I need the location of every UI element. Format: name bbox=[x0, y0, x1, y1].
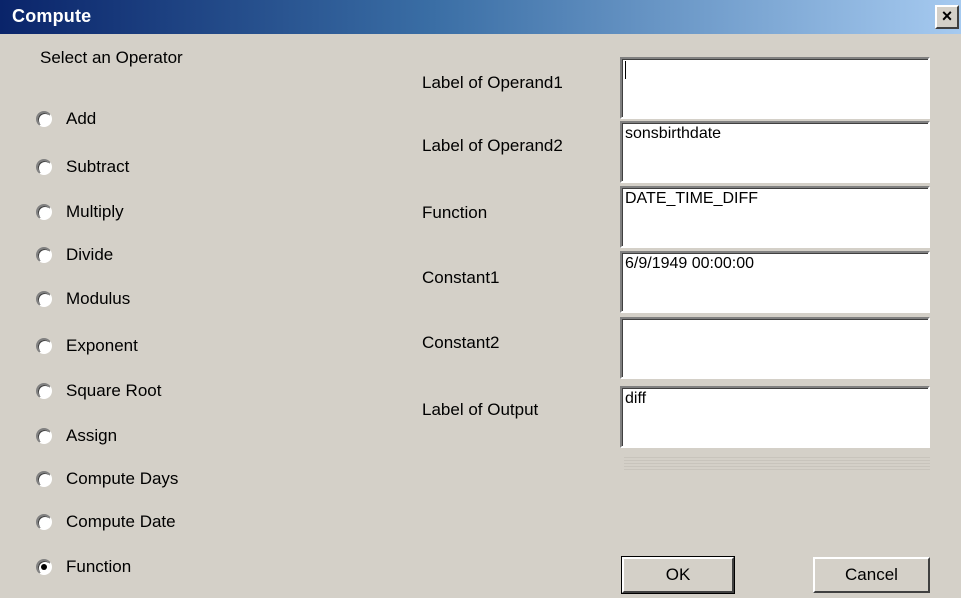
operator-group-heading: Select an Operator bbox=[40, 48, 183, 67]
text-caret bbox=[625, 61, 626, 79]
constant2-label: Constant2 bbox=[422, 333, 500, 352]
radio-square-root[interactable]: Square Root bbox=[36, 379, 161, 403]
radio-modulus[interactable]: Modulus bbox=[36, 287, 130, 311]
radio-label: Add bbox=[66, 109, 97, 128]
output-field[interactable]: diff bbox=[620, 386, 930, 448]
radio-button-icon[interactable] bbox=[36, 204, 52, 220]
radio-button-icon[interactable] bbox=[36, 471, 52, 487]
radio-label: Compute Date bbox=[66, 512, 176, 531]
radio-label: Subtract bbox=[66, 157, 130, 176]
radio-button-icon[interactable] bbox=[36, 338, 52, 354]
compute-dialog: Compute × Select an Operator Add Subtrac… bbox=[0, 0, 961, 598]
radio-label: Divide bbox=[66, 245, 114, 264]
radio-button-icon[interactable] bbox=[36, 514, 52, 530]
operand2-field[interactable]: sonsbirthdate bbox=[620, 121, 930, 183]
radio-button-icon[interactable] bbox=[36, 428, 52, 444]
function-field[interactable]: DATE_TIME_DIFF bbox=[620, 186, 930, 248]
function-value: DATE_TIME_DIFF bbox=[625, 190, 759, 207]
window-title: Compute bbox=[12, 6, 92, 26]
radio-label: Assign bbox=[66, 426, 118, 445]
cancel-button[interactable]: Cancel bbox=[813, 557, 930, 593]
radio-compute-date[interactable]: Compute Date bbox=[36, 510, 176, 534]
radio-assign[interactable]: Assign bbox=[36, 424, 117, 448]
function-label: Function bbox=[422, 203, 488, 222]
separator bbox=[624, 457, 930, 471]
radio-label: Modulus bbox=[66, 289, 131, 308]
radio-button-icon[interactable] bbox=[36, 247, 52, 263]
operand1-label: Label of Operand1 bbox=[422, 73, 563, 92]
radio-exponent[interactable]: Exponent bbox=[36, 334, 138, 358]
constant1-field[interactable]: 6/9/1949 00:00:00 bbox=[620, 251, 930, 313]
operand2-label: Label of Operand2 bbox=[422, 136, 563, 155]
operand1-field[interactable] bbox=[620, 57, 930, 119]
radio-label: Function bbox=[66, 557, 132, 576]
radio-label: Square Root bbox=[66, 381, 162, 400]
radio-label: Exponent bbox=[66, 336, 138, 355]
radio-label: Multiply bbox=[66, 202, 124, 221]
radio-label: Compute Days bbox=[66, 469, 179, 488]
title-bar[interactable]: Compute × bbox=[0, 0, 961, 34]
radio-button-icon[interactable] bbox=[36, 383, 52, 399]
radio-multiply[interactable]: Multiply bbox=[36, 200, 124, 224]
operand2-value: sonsbirthdate bbox=[625, 125, 722, 142]
constant2-field[interactable] bbox=[620, 317, 930, 379]
radio-compute-days[interactable]: Compute Days bbox=[36, 467, 178, 491]
output-value: diff bbox=[625, 390, 647, 407]
radio-subtract[interactable]: Subtract bbox=[36, 155, 129, 179]
radio-button-icon[interactable] bbox=[36, 291, 52, 307]
close-button[interactable]: × bbox=[935, 5, 959, 29]
ok-button[interactable]: OK bbox=[621, 556, 735, 594]
radio-divide[interactable]: Divide bbox=[36, 243, 113, 267]
constant1-label: Constant1 bbox=[422, 268, 500, 287]
radio-add[interactable]: Add bbox=[36, 107, 96, 131]
output-label: Label of Output bbox=[422, 400, 539, 419]
radio-button-checked-icon[interactable] bbox=[36, 559, 52, 575]
close-icon: × bbox=[941, 6, 953, 26]
radio-button-icon[interactable] bbox=[36, 111, 52, 127]
radio-button-icon[interactable] bbox=[36, 159, 52, 175]
constant1-value: 6/9/1949 00:00:00 bbox=[625, 255, 755, 272]
radio-function[interactable]: Function bbox=[36, 555, 131, 579]
